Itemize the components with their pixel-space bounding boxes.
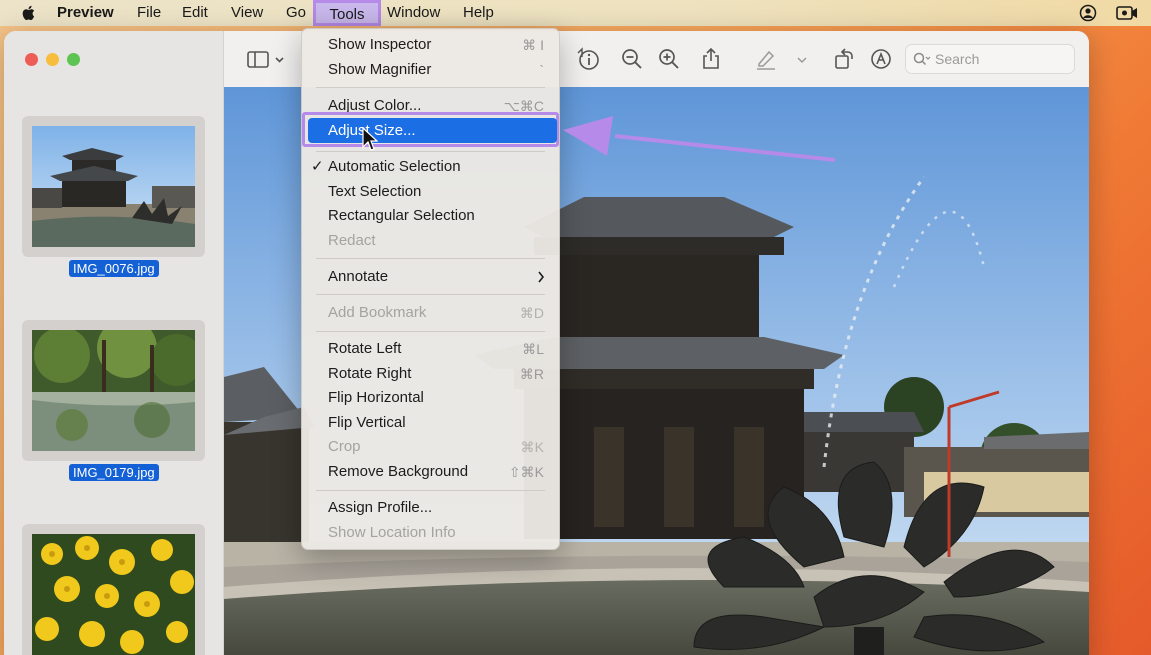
menu-item-rectangular-selection[interactable]: Rectangular Selection: [302, 205, 559, 227]
zoom-window-button[interactable]: [67, 53, 80, 66]
thumbnail-img-0179[interactable]: [22, 320, 205, 461]
temple-thumbnail-image: [32, 126, 195, 247]
garden-thumbnail-image: [32, 330, 195, 451]
menu-item-remove-background[interactable]: Remove Background ⇧⌘K: [302, 461, 559, 483]
annotation-arrow: [563, 116, 836, 162]
search-placeholder: Search: [935, 51, 980, 67]
chevron-down-icon[interactable]: [794, 47, 810, 71]
menu-separator: [316, 87, 545, 88]
menu-window[interactable]: Window: [387, 4, 440, 22]
info-icon[interactable]: [576, 47, 600, 71]
menu-item-text-selection[interactable]: Text Selection: [302, 181, 559, 203]
rotate-icon[interactable]: [832, 47, 856, 71]
search-input[interactable]: Search: [905, 44, 1075, 74]
search-icon: [913, 52, 931, 66]
menu-separator: [316, 490, 545, 491]
menu-tools[interactable]: Tools: [313, 0, 381, 26]
close-window-button[interactable]: [25, 53, 38, 66]
share-icon[interactable]: [699, 47, 723, 71]
menu-item-show-inspector[interactable]: Show Inspector ⌘ I: [302, 34, 559, 56]
thumbnail-sidebar: IMG_0076.jpg IMG_0179.jpg: [4, 31, 224, 655]
menu-item-flip-horizontal[interactable]: Flip Horizontal: [302, 387, 559, 409]
menu-item-crop: Crop ⌘K: [328, 438, 544, 455]
minimize-window-button[interactable]: [46, 53, 59, 66]
menu-separator: [316, 258, 545, 259]
menu-app-preview[interactable]: Preview: [57, 4, 114, 22]
menu-file[interactable]: File: [137, 4, 161, 22]
zoom-in-icon[interactable]: [657, 47, 681, 71]
menu-separator: [316, 331, 545, 332]
apple-icon[interactable]: [21, 4, 37, 22]
tools-menu: Show Inspector ⌘ I Show Magnifier ` Adju…: [301, 28, 560, 550]
menu-go[interactable]: Go: [286, 4, 306, 22]
thumbnail-label[interactable]: IMG_0076.jpg: [69, 260, 159, 277]
menu-item-show-magnifier[interactable]: Show Magnifier `: [302, 59, 559, 81]
menu-item-add-bookmark: Add Bookmark ⌘D: [328, 304, 544, 321]
menu-edit[interactable]: Edit: [182, 4, 208, 22]
thumbnail-label[interactable]: IMG_0179.jpg: [69, 464, 159, 481]
menu-item-redact: Redact: [328, 232, 376, 249]
menu-item-annotate[interactable]: Annotate: [302, 266, 559, 288]
menu-item-rotate-left[interactable]: Rotate Left ⌘L: [302, 338, 559, 360]
markup-icon[interactable]: [869, 47, 893, 71]
checkmark-icon: ✓: [311, 158, 324, 175]
menu-item-automatic-selection[interactable]: ✓ Automatic Selection: [302, 156, 559, 178]
screen-recording-icon[interactable]: [1116, 4, 1138, 22]
menu-separator: [316, 151, 545, 152]
menu-bar: Preview File Edit View Go Tools Window H…: [0, 0, 1151, 26]
highlight-pen-icon[interactable]: [754, 47, 778, 71]
menu-item-adjust-size[interactable]: Adjust Size...: [302, 120, 559, 142]
mouse-cursor-icon: [362, 127, 378, 151]
menu-item-rotate-right[interactable]: Rotate Right ⌘R: [302, 363, 559, 385]
sidebar-toggle-icon[interactable]: [246, 47, 286, 71]
menu-separator: [316, 294, 545, 295]
menu-item-show-location-info: Show Location Info: [328, 524, 456, 541]
thumbnail-flowers[interactable]: [22, 524, 205, 655]
menu-item-assign-profile[interactable]: Assign Profile...: [302, 497, 559, 519]
chevron-right-icon: [538, 271, 545, 283]
menu-view[interactable]: View: [231, 4, 263, 22]
menu-item-flip-vertical[interactable]: Flip Vertical: [302, 412, 559, 434]
flowers-thumbnail-image: [32, 534, 195, 655]
user-account-icon[interactable]: [1078, 4, 1098, 22]
thumbnail-img-0076[interactable]: [22, 116, 205, 257]
menu-help[interactable]: Help: [463, 4, 494, 22]
zoom-out-icon[interactable]: [620, 47, 644, 71]
